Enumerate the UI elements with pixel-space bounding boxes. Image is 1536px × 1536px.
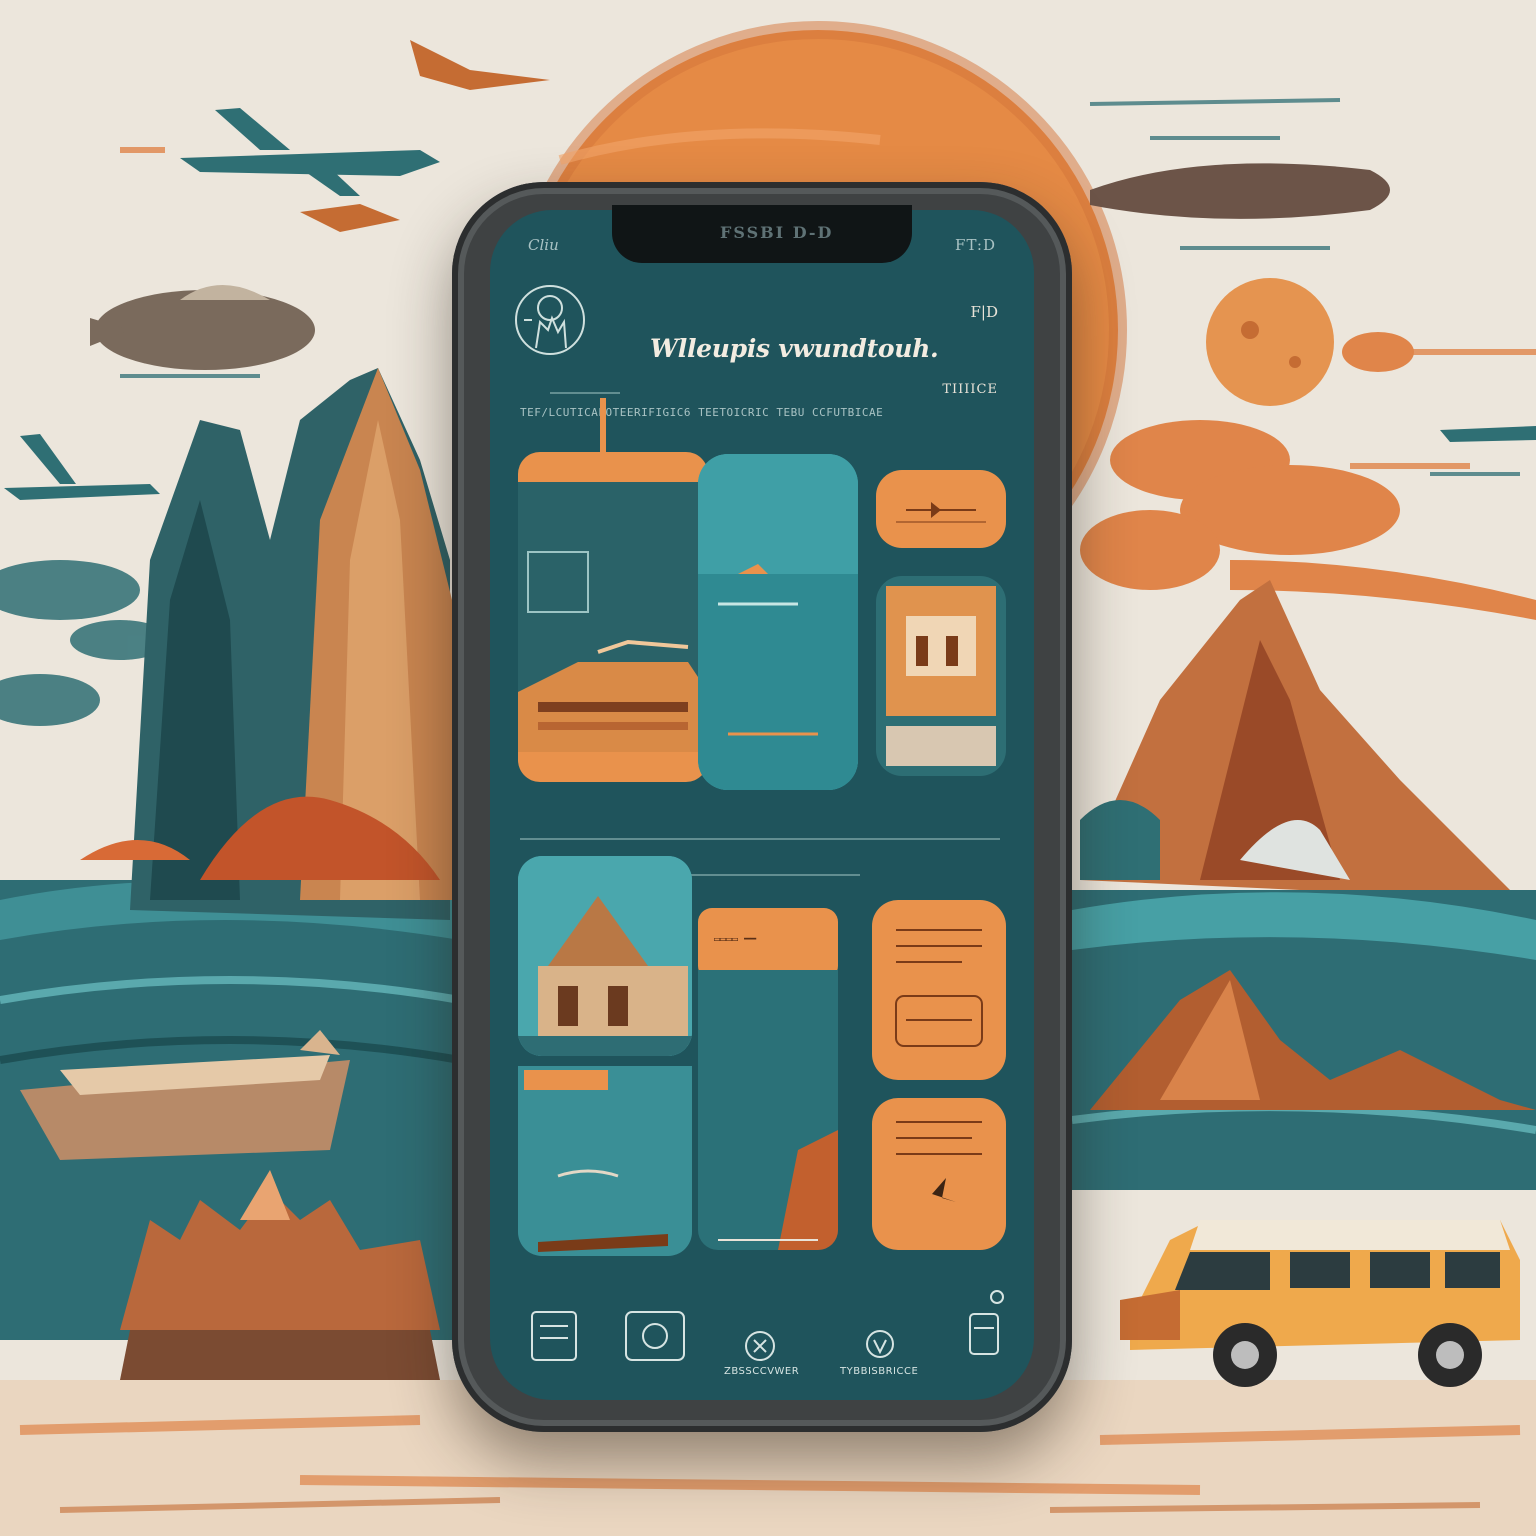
camera-icon[interactable] xyxy=(622,1308,688,1364)
section-subdivider xyxy=(690,874,860,876)
grid-icon[interactable] xyxy=(966,1308,1002,1364)
header-side-code: F|D xyxy=(970,303,999,321)
card-1-art xyxy=(518,482,708,752)
header-side-code-sub[interactable]: TIIIICE xyxy=(942,382,998,397)
landmark-art xyxy=(518,856,692,1056)
travel-illustration: FSSBI D-D Cliu FT:D Wlleupis vwundtouh. … xyxy=(0,0,1536,1536)
section-divider xyxy=(520,838,1000,840)
itinerary-label-text: ▭▭▭▭ ━━ xyxy=(714,934,757,945)
boarding-art xyxy=(896,1121,982,1202)
beach-art xyxy=(524,1070,668,1252)
bottom-nav: ZBSSCCVWER TYBBISBRICCE xyxy=(490,1290,1034,1400)
map-card[interactable] xyxy=(698,970,838,1250)
status-clock: FT:D xyxy=(955,236,996,254)
ticket-art xyxy=(895,929,983,1047)
hotel-card[interactable] xyxy=(876,576,1006,776)
accent-marker xyxy=(600,398,606,458)
card-list-icon[interactable] xyxy=(526,1308,582,1364)
header-rule xyxy=(550,392,620,394)
phone-screen: Cliu FT:D Wlleupis vwundtouh. F|D TIIIIC… xyxy=(490,210,1034,1400)
tab-label-2[interactable]: TYBBISBRICCE xyxy=(840,1366,918,1377)
airplane-icon xyxy=(896,502,986,523)
header-subline: TEF/LCUTICAPOTEERIFIGIC6 TEETOICRIC TEBU… xyxy=(520,406,884,419)
indicator-dot xyxy=(990,1290,1004,1304)
map-art xyxy=(718,1130,838,1250)
notch-label: FSSBI D-D xyxy=(720,223,834,242)
landmark-card[interactable] xyxy=(518,856,692,1056)
phone-notch: FSSBI D-D xyxy=(612,205,912,263)
page-title: Wlleupis vwundtouh. xyxy=(650,334,939,363)
compass-logo-icon[interactable] xyxy=(508,278,592,362)
beach-card[interactable] xyxy=(518,1066,692,1256)
ticket-card[interactable] xyxy=(872,900,1006,1080)
flight-card[interactable] xyxy=(876,470,1006,548)
destination-card-1[interactable] xyxy=(518,452,708,782)
tab-label-1[interactable]: ZBSSCCVWER xyxy=(724,1366,799,1377)
status-carrier: Cliu xyxy=(528,236,559,254)
destination-card-2[interactable] xyxy=(698,454,858,790)
card-2-art xyxy=(698,454,858,790)
hotel-art xyxy=(886,586,996,766)
boarding-card[interactable] xyxy=(872,1098,1006,1250)
